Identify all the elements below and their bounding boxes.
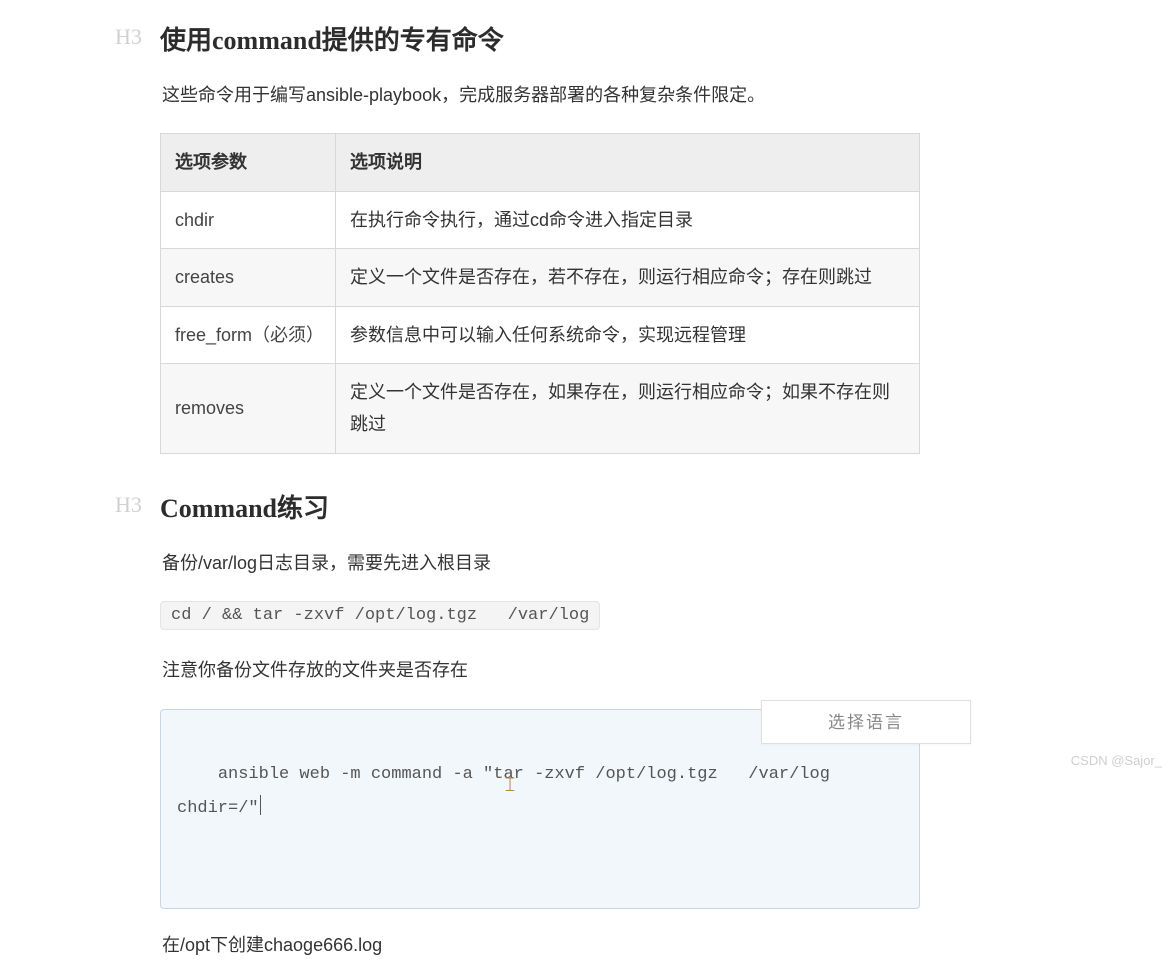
options-table: 选项参数 选项说明 chdir 在执行命令执行，通过cd命令进入指定目录 cre… [160,133,920,453]
table-row: chdir 在执行命令执行，通过cd命令进入指定目录 [161,191,920,248]
table-row: removes 定义一个文件是否存在，如果存在，则运行相应命令；如果不存在则跳过 [161,363,920,453]
cell-desc: 定义一个文件是否存在，若不存在，则运行相应命令；存在则跳过 [336,249,920,306]
cell-param: free_form（必须） [161,306,336,363]
cell-param: creates [161,249,336,306]
th-option-param: 选项参数 [161,134,336,191]
intro-paragraph: 这些命令用于编写ansible-playbook，完成服务器部署的各种复杂条件限… [160,79,980,111]
practice-para-3: 在/opt下创建chaoge666.log [160,929,980,961]
table-row: creates 定义一个文件是否存在，若不存在，则运行相应命令；存在则跳过 [161,249,920,306]
document-content: H3 使用command提供的专有命令 这些命令用于编写ansible-play… [160,0,980,961]
practice-para-2: 注意你备份文件存放的文件夹是否存在 [160,654,980,686]
watermark-label: CSDN @Sajor_ [1071,753,1162,768]
text-caret-icon: 𝙸 [503,765,517,805]
h3-marker: H3 [115,492,142,518]
h3-marker: H3 [115,24,142,50]
heading-command-options: 使用command提供的专有命令 [115,20,980,57]
cell-desc: 定义一个文件是否存在，如果存在，则运行相应命令；如果不存在则跳过 [336,363,920,453]
table-row: free_form（必须） 参数信息中可以输入任何系统命令，实现远程管理 [161,306,920,363]
th-option-desc: 选项说明 [336,134,920,191]
section-command-options: H3 使用command提供的专有命令 [160,20,980,57]
select-language-button[interactable]: 选择语言 [761,700,971,744]
cell-param: removes [161,363,336,453]
inline-code-block: cd / && tar -zxvf /opt/log.tgz /var/log [160,601,600,630]
cell-desc: 在执行命令执行，通过cd命令进入指定目录 [336,191,920,248]
section-command-practice: H3 Command练习 [160,488,980,525]
text-cursor-icon [260,795,261,815]
cell-desc: 参数信息中可以输入任何系统命令，实现远程管理 [336,306,920,363]
heading-command-practice: Command练习 [115,488,980,525]
practice-para-1: 备份/var/log日志目录，需要先进入根目录 [160,547,980,579]
cell-param: chdir [161,191,336,248]
